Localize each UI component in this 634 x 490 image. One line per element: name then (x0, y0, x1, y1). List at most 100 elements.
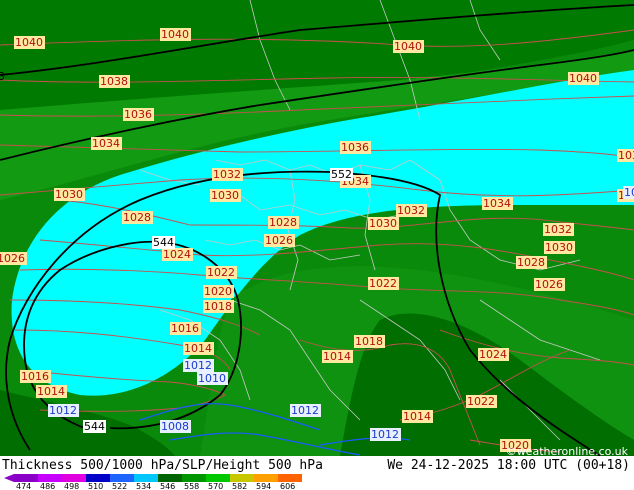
pressure-label: 1022 (368, 277, 399, 290)
pressure-label: 1012 (290, 404, 321, 417)
pressure-label-text: 1040 (161, 28, 189, 41)
pressure-label: 1018 (354, 335, 385, 348)
pressure-label-text: 1034 (92, 137, 120, 150)
pressure-label-text: 1026 (535, 278, 563, 291)
pressure-label-text: 1032 (544, 223, 572, 236)
pressure-label: 1014 (36, 385, 67, 398)
pressure-label-text: 1014 (184, 342, 212, 355)
pressure-label-text: 1032 (397, 204, 425, 217)
height-label: 552 (330, 168, 353, 181)
scale-value: 474 (16, 482, 31, 490)
pressure-label: 1036 (123, 108, 154, 121)
scale-value: 486 (40, 482, 55, 490)
pressure-label: 1022 (206, 266, 237, 279)
pressure-label: 1028 (268, 216, 299, 229)
pressure-label: 1024 (162, 248, 193, 261)
pressure-label: 1024 (478, 348, 509, 361)
pressure-label-text: 1040 (569, 72, 597, 85)
footer-datetime: We 24-12-2025 18:00 UTC (00+18) (387, 458, 630, 473)
pressure-label-text: 1018 (355, 335, 383, 348)
thickness-color-scale: 474 486 498 510 522 534 546 558 570 582 594 606 (4, 474, 302, 490)
pressure-label: 1038 (99, 75, 130, 88)
pressure-label: 1034 (482, 197, 513, 210)
height-label-text: 544 (84, 420, 105, 433)
pressure-label: 1036 (340, 141, 371, 154)
pressure-label-text: 1024 (163, 248, 191, 261)
pressure-label: 1012 (183, 359, 214, 372)
scale-swatch (14, 474, 38, 482)
pressure-label: 1034 (91, 137, 122, 150)
scale-value: 606 (280, 482, 295, 490)
scale-swatch (206, 474, 230, 482)
pressure-label-text: 1022 (467, 395, 495, 408)
pressure-label: 1016 (170, 322, 201, 335)
pressure-label-text: 1012 (49, 404, 77, 417)
pressure-label: 1040 (393, 40, 424, 53)
scale-swatch (110, 474, 134, 482)
pressure-label: 1040 (568, 72, 599, 85)
pressure-label-text: 1034 (483, 197, 511, 210)
scale-value: 522 (112, 482, 127, 490)
pressure-label-text: 1030 (55, 188, 83, 201)
scale-swatch (230, 474, 254, 482)
pressure-label: 1028 (122, 211, 153, 224)
pressure-label: 1030 (210, 189, 241, 202)
scale-swatch (62, 474, 86, 482)
pressure-label-text: 1032 (213, 168, 241, 181)
scale-value: 594 (256, 482, 271, 490)
pressure-label-text: 1014 (323, 350, 351, 363)
pressure-label: 1010 (197, 372, 228, 385)
pressure-label: 1032 (543, 223, 574, 236)
pressure-label: 1030 (544, 241, 575, 254)
pressure-label-text: 1014 (403, 410, 431, 423)
pressure-label: 1032 (396, 204, 427, 217)
scale-swatch (278, 474, 302, 482)
scale-swatch (254, 474, 278, 482)
pressure-label-text: 1028 (517, 256, 545, 269)
scale-value: 534 (136, 482, 151, 490)
pressure-label: 1014 (322, 350, 353, 363)
pressure-label: 1008 (160, 420, 191, 433)
pressure-label-text: 1032 (618, 149, 634, 162)
scale-value: 558 (184, 482, 199, 490)
pressure-label-text: 1016 (171, 322, 199, 335)
height-label-text: 544 (153, 236, 174, 249)
pressure-label-text: 1020 (204, 285, 232, 298)
pressure-label-text: 1022 (369, 277, 397, 290)
scale-swatch (182, 474, 206, 482)
pressure-label-text: 1008 (161, 420, 189, 433)
scale-value: 546 (160, 482, 175, 490)
scale-swatch (134, 474, 158, 482)
pressure-label: 1030 (54, 188, 85, 201)
pressure-label: 1026 (0, 252, 27, 265)
pressure-label: 1022 (466, 395, 497, 408)
scale-swatch (38, 474, 62, 482)
pressure-label-text: 1030 (369, 217, 397, 230)
pressure-label: 1020 (203, 285, 234, 298)
height-label-text: 552 (331, 168, 352, 181)
scale-value: 582 (232, 482, 247, 490)
pressure-label: 1014 (183, 342, 214, 355)
pressure-label-text: 1040 (394, 40, 422, 53)
pressure-label-text: 1018 (204, 300, 232, 313)
footer: ©weatheronline.co.uk Thickness 500/1000 … (0, 445, 634, 490)
scale-swatch (158, 474, 182, 482)
pressure-label: 1032 (212, 168, 243, 181)
scale-value: 510 (88, 482, 103, 490)
pressure-label: 1028 (516, 256, 547, 269)
pressure-label-text: 1016 (21, 370, 49, 383)
pressure-label: 103 (623, 186, 634, 199)
scale-value: 498 (64, 482, 79, 490)
height-label: 544 (83, 420, 106, 433)
pressure-label: 1016 (20, 370, 51, 383)
pressure-label-text: 1014 (37, 385, 65, 398)
pressure-label: 1040 (14, 36, 45, 49)
pressure-label: 1014 (402, 410, 433, 423)
scale-value: 570 (208, 482, 223, 490)
height-label: 544 (152, 236, 175, 249)
credit-text[interactable]: ©weatheronline.co.uk (506, 445, 628, 458)
scale-swatch (86, 474, 110, 482)
pressure-label-text: 1026 (0, 252, 25, 265)
pressure-label: 1026 (264, 234, 295, 247)
pressure-label-text: 1028 (123, 211, 151, 224)
